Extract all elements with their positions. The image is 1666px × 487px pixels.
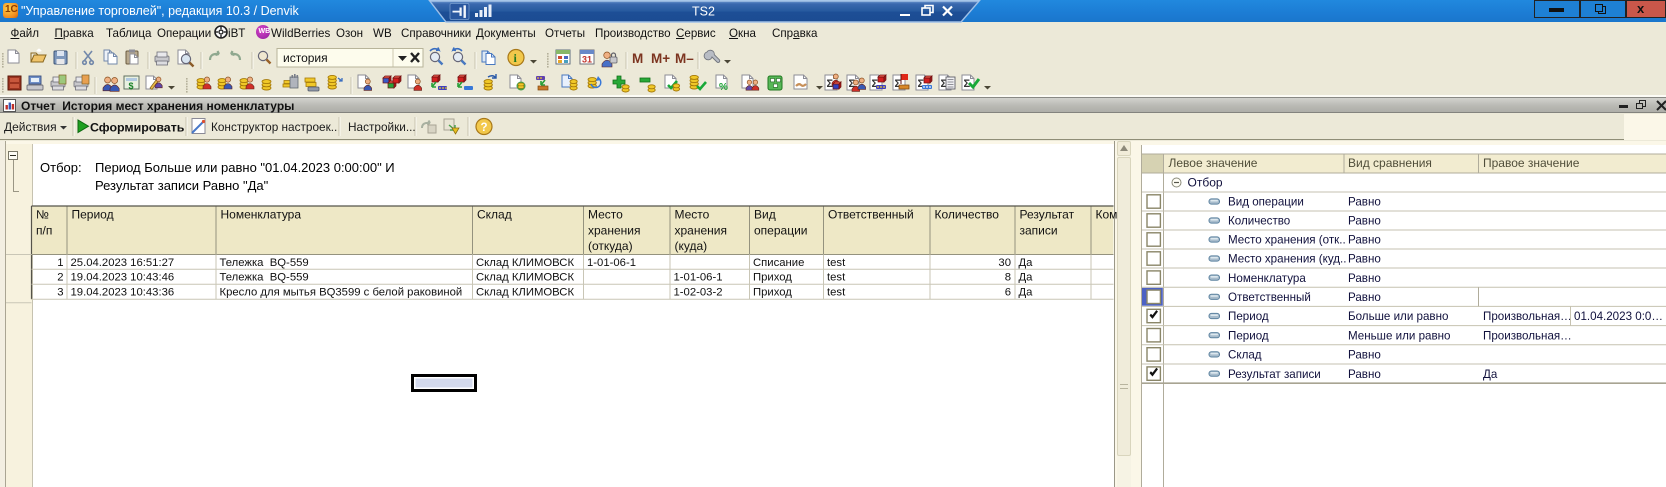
svg-text:Равно: Равно (1348, 215, 1381, 228)
svg-text:Ком: Ком (1096, 208, 1118, 222)
svg-text:Вид операции: Вид операции (1228, 196, 1304, 209)
svg-text:Номенклатура: Номенклатура (221, 208, 302, 222)
svg-text:test: test (827, 257, 846, 269)
svg-text:Количество: Количество (1228, 215, 1290, 228)
svg-text:Ответственный: Ответственный (1228, 291, 1311, 304)
svg-text:Вид: Вид (754, 208, 776, 222)
svg-text:Произвольная…: Произвольная… (1483, 329, 1572, 342)
svg-text:хранения: хранения (588, 223, 640, 237)
svg-text:Равно: Равно (1348, 272, 1381, 285)
svg-text:Левое значение: Левое значение (1169, 156, 1258, 170)
svg-text:Склад: Склад (477, 208, 512, 222)
svg-text:Место хранения (отк..: Место хранения (отк.. (1228, 234, 1346, 247)
svg-text:Равно: Равно (1348, 253, 1381, 266)
svg-text:Да: Да (1019, 257, 1034, 269)
svg-text:Период: Период (72, 208, 114, 222)
svg-text:Равно: Равно (1348, 349, 1381, 362)
svg-text:25.04.2023 16:51:27: 25.04.2023 16:51:27 (71, 257, 175, 269)
svg-text:Место: Место (588, 208, 623, 222)
svg-text:Место хранения (куд..: Место хранения (куд.. (1228, 253, 1347, 266)
svg-text:Меньше или равно: Меньше или равно (1348, 329, 1451, 342)
svg-text:п/п: п/п (36, 223, 52, 237)
svg-text:Вид сравнения: Вид сравнения (1348, 156, 1432, 170)
svg-text:Номенклатура: Номенклатура (1228, 272, 1306, 285)
svg-text:Произвольная…: Произвольная… (1483, 310, 1572, 323)
svg-text:Склад: Склад (1228, 349, 1262, 362)
svg-text:Приход: Приход (753, 287, 792, 299)
svg-text:Равно: Равно (1348, 291, 1381, 304)
svg-text:Отбор: Отбор (1188, 176, 1223, 190)
svg-text:Место: Место (675, 208, 710, 222)
svg-text:Да: Да (1019, 272, 1034, 284)
svg-text:Да: Да (1483, 368, 1498, 381)
svg-text:Правое значение: Правое значение (1483, 156, 1580, 170)
svg-text:test: test (827, 287, 846, 299)
svg-text:операции: операции (754, 223, 807, 237)
svg-text:30: 30 (998, 257, 1011, 269)
svg-text:19.04.2023 10:43:46: 19.04.2023 10:43:46 (71, 272, 175, 284)
svg-text:(куда): (куда) (675, 239, 708, 253)
svg-text:Период: Период (1228, 329, 1269, 342)
svg-text:хранения: хранения (675, 223, 727, 237)
svg-text:Результат записи: Результат записи (1228, 368, 1321, 381)
svg-text:01.04.2023 0:0…: 01.04.2023 0:0… (1574, 310, 1663, 323)
svg-text:1-01-06-1: 1-01-06-1 (587, 257, 636, 269)
svg-text:6: 6 (1005, 287, 1011, 299)
svg-text:test: test (827, 272, 846, 284)
svg-text:Равно: Равно (1348, 196, 1381, 209)
svg-text:Равно: Равно (1348, 234, 1381, 247)
svg-text:Списание: Списание (753, 257, 804, 269)
svg-text:Склад КЛИМОВСК: Склад КЛИМОВСК (476, 272, 574, 284)
svg-text:Количество: Количество (935, 208, 1000, 222)
svg-text:Приход: Приход (753, 272, 792, 284)
svg-text:Период: Период (1228, 310, 1269, 323)
svg-text:1: 1 (57, 257, 63, 269)
svg-text:Склад КЛИМОВСК: Склад КЛИМОВСК (476, 257, 574, 269)
svg-text:Ответственный: Ответственный (828, 208, 914, 222)
svg-text:(откуда): (откуда) (588, 239, 633, 253)
svg-text:2: 2 (57, 272, 63, 284)
svg-text:Тележка BQ-559: Тележка BQ-559 (220, 272, 309, 284)
svg-text:3: 3 (57, 287, 63, 299)
svg-text:Больше или равно: Больше или равно (1348, 310, 1448, 323)
svg-text:Результат: Результат (1020, 208, 1075, 222)
svg-text:Да: Да (1019, 287, 1034, 299)
svg-text:Тележка BQ-559: Тележка BQ-559 (220, 257, 309, 269)
svg-text:Кресло для мытья BQ3599 с бело: Кресло для мытья BQ3599 с белой раковино… (220, 287, 463, 299)
svg-text:записи: записи (1020, 223, 1058, 237)
svg-text:Равно: Равно (1348, 368, 1381, 381)
svg-text:1-01-06-1: 1-01-06-1 (674, 272, 723, 284)
svg-text:№: № (36, 208, 49, 222)
svg-text:1-02-03-2: 1-02-03-2 (674, 287, 723, 299)
svg-text:8: 8 (1005, 272, 1011, 284)
svg-text:19.04.2023 10:43:36: 19.04.2023 10:43:36 (71, 287, 175, 299)
svg-text:Склад КЛИМОВСК: Склад КЛИМОВСК (476, 287, 574, 299)
